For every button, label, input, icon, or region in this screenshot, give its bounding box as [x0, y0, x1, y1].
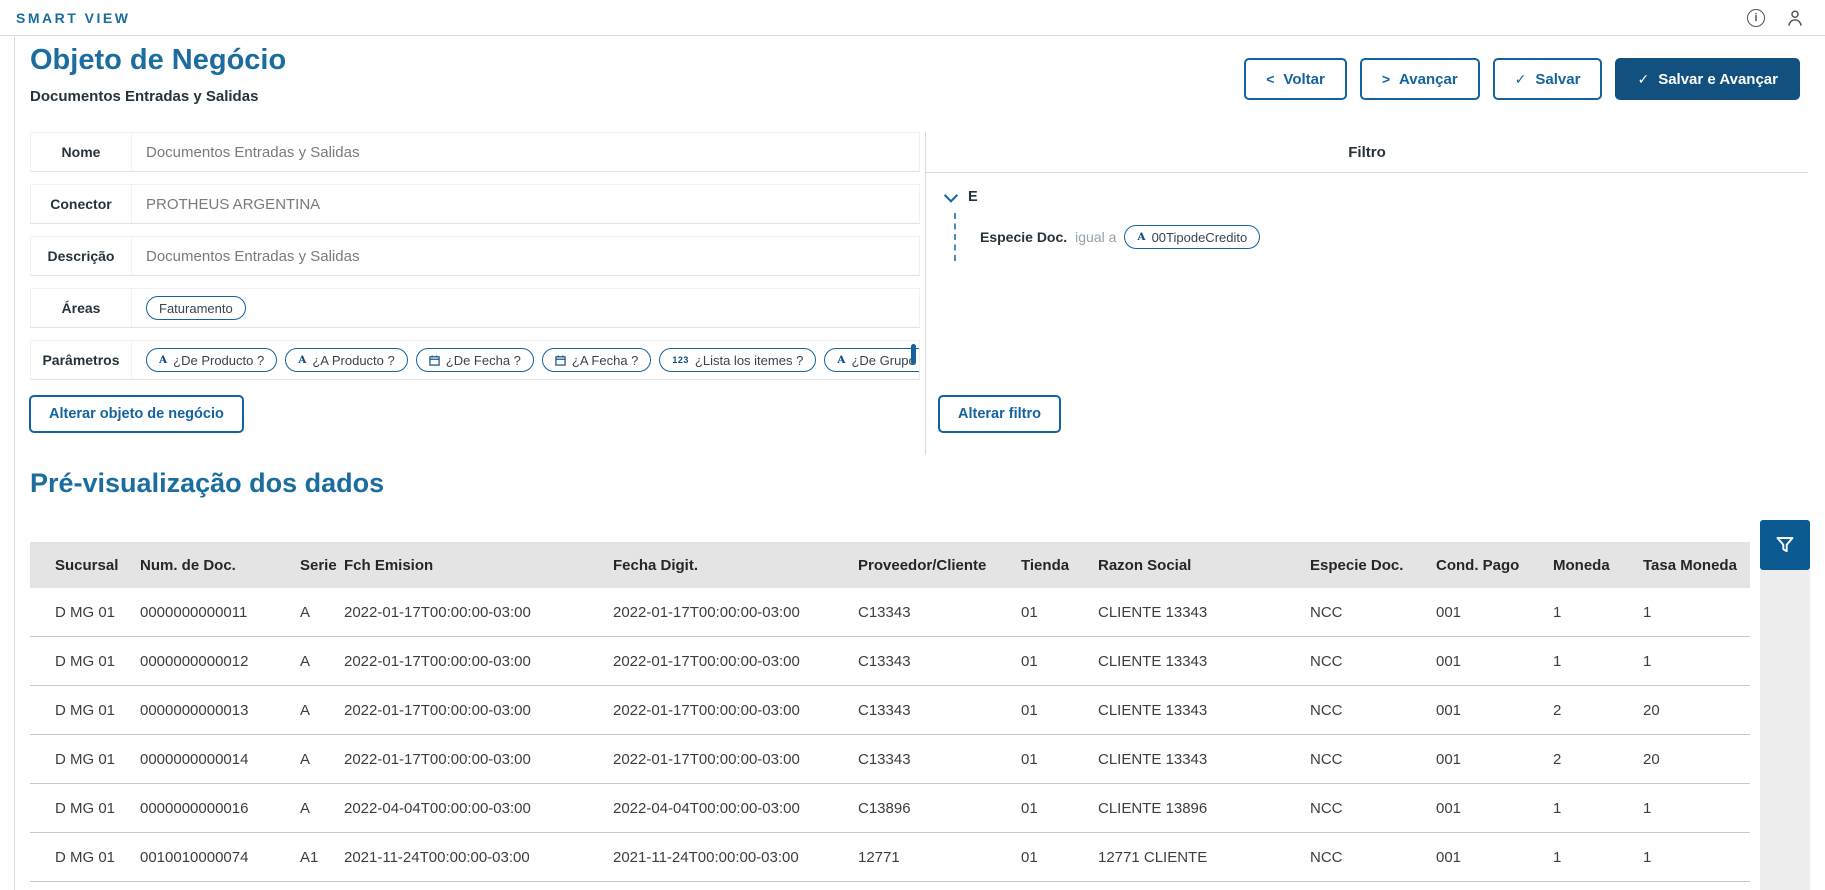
- condition-value-chip: A 00TipodeCredito: [1124, 225, 1261, 249]
- filter-branch: Especie Doc. igual a A 00TipodeCredito: [954, 213, 1808, 261]
- preview-table: Sucursal Num. de Doc. Serie Fch Emision …: [30, 542, 1750, 882]
- column-header: Proveedor/Cliente: [858, 542, 1021, 588]
- column-header: Especie Doc.: [1310, 542, 1436, 588]
- column-header: Cond. Pago: [1436, 542, 1553, 588]
- param-chip: ¿A Fecha ?: [541, 348, 652, 372]
- table-row: D MG 01 0010010000074 A1 2021-11-24T00:00:0…: [30, 832, 1750, 882]
- text-icon: A: [1137, 230, 1146, 243]
- calendar-icon: [429, 355, 440, 366]
- filter-condition: Especie Doc. igual a A 00TipodeCredito: [980, 225, 1808, 249]
- table-row: D MG 01 0000000000016 A 2022-04-04T00:00:00…: [30, 783, 1750, 833]
- areas-chips: Faturamento: [132, 289, 919, 327]
- column-header: Razon Social: [1098, 542, 1310, 588]
- field-nome: Nome Documentos Entradas y Salidas: [30, 132, 920, 172]
- check-icon: ✓: [1637, 70, 1650, 87]
- param-chip: A ¿De Grupo ?: [824, 348, 919, 372]
- voltar-button[interactable]: < Voltar: [1244, 58, 1347, 100]
- param-chip: ¿De Fecha ?: [415, 348, 534, 372]
- column-header: Serie: [300, 542, 344, 588]
- field-descricao: Descrição Documentos Entradas y Salidas: [30, 236, 920, 276]
- check-icon: ✓: [1514, 70, 1527, 87]
- user-icon[interactable]: [1785, 8, 1805, 28]
- page-subtitle: Documentos Entradas y Salidas: [30, 88, 259, 105]
- field-conector: Conector PROTHEUS ARGENTINA: [30, 184, 920, 224]
- text-icon: A: [159, 353, 168, 366]
- avancar-button[interactable]: > Avançar: [1359, 58, 1480, 100]
- field-label: Descrição: [31, 237, 132, 275]
- field-parametros: Parâmetros A ¿De Producto ? A ¿A Product…: [30, 340, 920, 380]
- salvar-button[interactable]: ✓ Salvar: [1492, 58, 1603, 100]
- param-chip: 123 ¿Lista los itemes ?: [659, 348, 817, 372]
- area-chip: Faturamento: [146, 296, 246, 320]
- parametros-chips: A ¿De Producto ? A ¿A Producto ? ¿De Fec…: [132, 341, 919, 379]
- preview-title: Pré-visualização dos dados: [30, 468, 385, 498]
- alterar-objeto-button[interactable]: Alterar objeto de negócio: [29, 395, 244, 433]
- parametros-scrollbar-thumb[interactable]: [911, 344, 916, 365]
- field-label: Parâmetros: [31, 341, 132, 379]
- column-header: Tienda: [1021, 542, 1098, 588]
- calendar-icon: [555, 355, 566, 366]
- table-row: D MG 01 0000000000012 A 2022-01-17T00:00:00…: [30, 636, 1750, 686]
- condition-field: Especie Doc.: [980, 229, 1068, 245]
- table-scrollbar-track[interactable]: [1760, 570, 1810, 890]
- business-object-form: Nome Documentos Entradas y Salidas Conec…: [30, 132, 920, 392]
- field-label: Conector: [31, 185, 132, 223]
- filter-tree: E Especie Doc. igual a A 00TipodeCredito: [926, 173, 1808, 261]
- chevron-down-icon[interactable]: [943, 188, 959, 203]
- table-row: D MG 01 0000000000014 A 2022-01-17T00:00:00…: [30, 734, 1750, 784]
- table-filter-button[interactable]: [1760, 520, 1810, 570]
- column-header: Num. de Doc.: [140, 542, 300, 588]
- brand-logo: SMART VIEW: [16, 9, 131, 26]
- field-areas: Áreas Faturamento: [30, 288, 920, 328]
- column-header: Fecha Digit.: [613, 542, 858, 588]
- column-header: Moneda: [1553, 542, 1643, 588]
- content-left-border: [14, 37, 15, 890]
- topbar: SMART VIEW i: [0, 0, 1825, 36]
- field-label: Áreas: [31, 289, 132, 327]
- param-chip: A ¿De Producto ?: [146, 348, 278, 372]
- table-row: D MG 01 0000000000011 A 2022-01-17T00:00:00…: [30, 588, 1750, 637]
- filter-group-node: E: [943, 188, 1808, 205]
- chevron-left-icon: <: [1266, 71, 1275, 87]
- column-header: Fch Emision: [344, 542, 613, 588]
- alterar-filtro-button[interactable]: Alterar filtro: [938, 395, 1061, 433]
- funnel-icon: [1773, 533, 1797, 557]
- filter-group-operator: E: [968, 189, 978, 205]
- chevron-right-icon: >: [1381, 71, 1391, 87]
- text-icon: A: [837, 353, 846, 366]
- column-header: Sucursal: [30, 542, 140, 588]
- table-row: D MG 01 0000000000013 A 2022-01-17T00:00:00…: [30, 685, 1750, 735]
- info-icon[interactable]: i: [1747, 8, 1765, 27]
- salvar-e-avancar-button[interactable]: ✓ Salvar e Avançar: [1615, 58, 1800, 100]
- table-header-row: Sucursal Num. de Doc. Serie Fch Emision …: [30, 542, 1750, 588]
- action-buttons: < Voltar > Avançar ✓ Salvar ✓ Salvar e A…: [1244, 58, 1800, 100]
- number-icon: 123: [672, 354, 689, 365]
- field-label: Nome: [31, 133, 132, 171]
- param-chip: A ¿A Producto ?: [285, 348, 408, 372]
- conector-value: PROTHEUS ARGENTINA: [146, 195, 321, 213]
- topbar-icons: i: [1747, 8, 1805, 28]
- descricao-value: Documentos Entradas y Salidas: [146, 247, 360, 265]
- condition-operator: igual a: [1075, 229, 1117, 245]
- text-icon: A: [298, 353, 307, 366]
- nome-value: Documentos Entradas y Salidas: [146, 143, 360, 161]
- column-header: Tasa Moneda: [1643, 542, 1750, 588]
- filter-panel-title: Filtro: [926, 132, 1808, 173]
- page-title: Objeto de Negócio: [30, 44, 287, 76]
